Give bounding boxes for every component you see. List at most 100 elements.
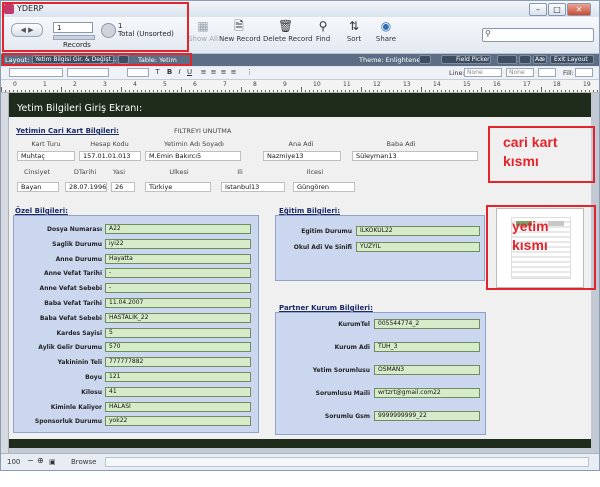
egitim-label: Egitim Durumu: [301, 228, 352, 235]
ruler-tick: [369, 90, 370, 92]
align-center-icon[interactable]: ≡: [209, 68, 218, 77]
partner-field[interactable]: 005544774_2: [374, 319, 480, 329]
text-color-select[interactable]: [127, 68, 149, 77]
hesap-kodu-field[interactable]: 157.01.01.013: [79, 151, 141, 161]
ruler-tick: [1, 87, 2, 92]
status-toggle-icon[interactable]: ▣: [49, 458, 56, 466]
zoom-level[interactable]: 100: [7, 458, 20, 466]
line-spacing-icon[interactable]: ⋮: [245, 68, 254, 77]
ozel-field[interactable]: 570: [105, 342, 251, 353]
underline-button[interactable]: U: [185, 68, 194, 77]
theme-button[interactable]: [419, 55, 431, 64]
ruler-tick: [13, 90, 14, 92]
ruler-tick: [477, 90, 478, 92]
size-select[interactable]: [67, 68, 109, 77]
ruler-tick: [89, 90, 90, 92]
new-record-button[interactable]: 🗎 New Record: [219, 19, 261, 43]
layout-part-gutter: [1, 93, 9, 453]
ruler-tick: [573, 90, 574, 92]
ruler-tick: [553, 90, 554, 92]
ozel-field[interactable]: A22: [105, 224, 251, 234]
form-title: Yetim Bilgileri Giriş Ekranı:: [17, 103, 143, 114]
align-right-icon[interactable]: ≡: [219, 68, 228, 77]
ozel-field[interactable]: -: [105, 283, 251, 294]
ruler-number: 2: [73, 81, 77, 88]
partner-field[interactable]: TUH_3: [374, 342, 480, 352]
ruler-tick: [521, 90, 522, 92]
ana-adi-field[interactable]: Nazmiye13: [263, 151, 341, 161]
ruler-tick: [321, 90, 322, 92]
kart-turu-field[interactable]: Muhtaç: [17, 151, 75, 161]
dtarihi-field[interactable]: 28.07.1996: [65, 182, 107, 192]
ruler-number: 14: [433, 81, 441, 88]
ruler-tick: [489, 90, 490, 92]
ozel-field[interactable]: HALASI: [105, 401, 251, 412]
align-left-icon[interactable]: ≡: [199, 68, 208, 77]
egitim-field[interactable]: YÜZYIL: [356, 242, 480, 252]
fill-color-select[interactable]: [575, 68, 593, 77]
line-color-select[interactable]: [538, 68, 556, 77]
sort-button[interactable]: ⇅ Sort: [343, 19, 365, 43]
ozel-label: Saglik Durumu: [52, 240, 102, 248]
baba-adi-field[interactable]: Süleyman13: [352, 151, 478, 161]
zoom-in-icon[interactable]: ⊕: [37, 456, 44, 465]
zoom-out-icon[interactable]: −: [27, 456, 34, 465]
partner-field[interactable]: wrtzrt@gmail.com22: [374, 388, 480, 398]
find-button[interactable]: ⚲ Find: [311, 19, 335, 43]
yetim-adi-field[interactable]: M.Emin Bakırcı5: [145, 151, 241, 161]
maximize-button[interactable]: □: [548, 3, 566, 16]
header-yasi: Yasi: [112, 168, 126, 176]
mode-label[interactable]: Browse: [71, 458, 97, 466]
line-width-select[interactable]: None: [506, 68, 534, 77]
ruler-number: 18: [553, 81, 561, 88]
header-ana-adi: Ana Adi: [288, 140, 314, 148]
text-style-icon[interactable]: T: [153, 68, 162, 77]
ruler-tick: [577, 90, 578, 92]
quick-find-input[interactable]: ⚲: [482, 28, 594, 42]
ozel-field[interactable]: 777777882: [105, 357, 251, 368]
ozel-label: Kiminle Kaliyor: [50, 403, 102, 411]
ruler-tick: [137, 90, 138, 92]
ozel-field[interactable]: HASTALIK_22: [105, 312, 251, 323]
align-justify-icon[interactable]: ≡: [229, 68, 238, 77]
ozel-field[interactable]: 11.04.2007: [105, 298, 251, 308]
egitim-field[interactable]: İLKOKUL22: [356, 226, 480, 236]
share-button[interactable]: ◉ Share: [374, 19, 398, 43]
minimize-button[interactable]: –: [529, 3, 547, 16]
ruler-tick: [177, 90, 178, 92]
cinsiyet-field[interactable]: Bayan: [17, 182, 59, 192]
font-select[interactable]: [9, 68, 63, 77]
partner-field[interactable]: OSMAN3: [374, 365, 480, 375]
ozel-field[interactable]: Hayatta: [105, 253, 251, 264]
ruler-tick: [349, 90, 350, 92]
horizontal-scrollbar[interactable]: [105, 457, 589, 467]
exit-layout-button[interactable]: Exit Layout: [550, 55, 594, 64]
aa-button[interactable]: Aæ: [533, 55, 547, 64]
ozel-field[interactable]: 41: [105, 386, 251, 397]
partner-field[interactable]: 9999999999_22: [374, 411, 480, 421]
show-all-button[interactable]: ▦ Show All: [188, 19, 218, 43]
delete-record-button[interactable]: 🗑 Delete Record: [263, 19, 312, 43]
ozel-field[interactable]: -: [105, 268, 251, 279]
ilcesi-field[interactable]: Güngören: [293, 182, 355, 192]
ozel-field[interactable]: yok22: [105, 416, 251, 427]
yasi-field[interactable]: 26: [111, 182, 135, 192]
info-icon[interactable]: [519, 55, 531, 64]
italic-button[interactable]: I: [175, 68, 184, 77]
ruler-tick: [73, 90, 74, 92]
ruler-tick: [581, 90, 582, 92]
ozel-field[interactable]: iyi22: [105, 238, 251, 249]
close-button[interactable]: ✕: [567, 3, 591, 16]
partner-label: Sorumlusu Maili: [315, 390, 370, 397]
inspector-dropdown[interactable]: [497, 55, 517, 64]
ozel-field[interactable]: 121: [105, 372, 251, 382]
line-style-select[interactable]: None: [464, 68, 502, 77]
partner-label: Kurum Adi: [334, 344, 370, 351]
field-picker-button[interactable]: Field Picker: [441, 55, 491, 64]
ruler-number: 7: [223, 81, 227, 88]
ruler-number: 13: [403, 81, 411, 88]
ozel-field[interactable]: 5: [105, 327, 251, 338]
ulkesi-field[interactable]: Türkiye: [145, 182, 211, 192]
bold-button[interactable]: B: [165, 68, 174, 77]
ili-field[interactable]: Istanbul13: [221, 182, 285, 192]
